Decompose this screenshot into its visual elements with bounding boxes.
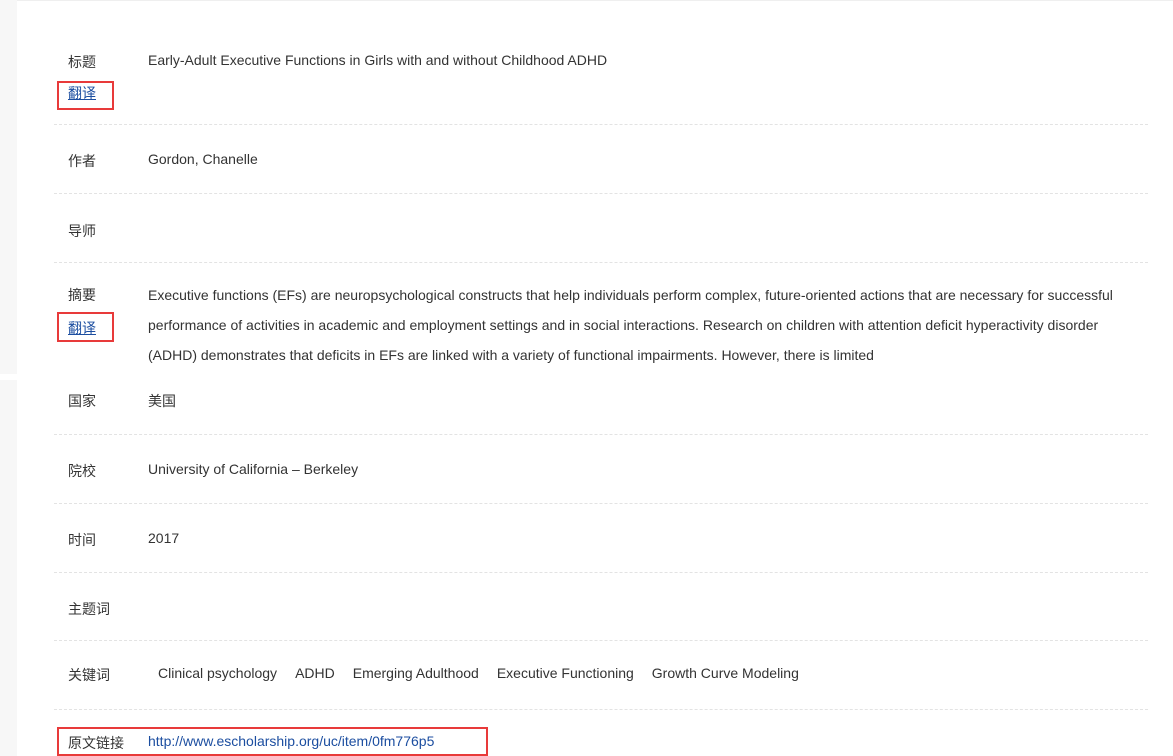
row-country: 国家 美国 [54, 380, 1148, 435]
row-school: 院校 University of California – Berkeley [54, 435, 1148, 504]
highlight-box-source-link [57, 727, 488, 756]
keywords-list: Clinical psychology ADHD Emerging Adulthoo… [158, 665, 817, 681]
label-keywords: 关键词 [68, 667, 110, 683]
label-subject: 主题词 [68, 601, 110, 617]
label-abstract: 摘要 [68, 287, 96, 303]
author-value: Gordon, Chanelle [148, 151, 258, 167]
title-value: Early-Adult Executive Functions in Girls… [148, 52, 608, 68]
row-abstract: 摘要 翻译 Executive functions (EFs) are neur… [54, 263, 1148, 375]
keyword-item[interactable]: ADHD [295, 665, 335, 681]
row-advisor: 导师 [54, 194, 1148, 263]
school-value: University of California – Berkeley [148, 461, 359, 477]
date-value: 2017 [148, 530, 180, 546]
keyword-item[interactable]: Executive Functioning [497, 665, 634, 681]
highlight-box-title-translate [57, 81, 114, 110]
label-country: 国家 [68, 393, 96, 409]
section-gap [0, 374, 17, 380]
label-school: 院校 [68, 463, 96, 479]
row-subject: 主题词 [54, 573, 1148, 641]
keyword-item[interactable]: Clinical psychology [158, 665, 277, 681]
label-advisor: 导师 [68, 223, 96, 239]
keyword-item[interactable]: Growth Curve Modeling [652, 665, 799, 681]
row-author: 作者 Gordon, Chanelle [54, 125, 1148, 194]
row-keywords: 关键词 Clinical psychology ADHD Emerging Adul… [54, 641, 1148, 710]
row-title: 标题 翻译 Early-Adult Executive Functions in… [54, 40, 1148, 125]
label-date: 时间 [68, 532, 96, 548]
keyword-item[interactable]: Emerging Adulthood [353, 665, 479, 681]
country-value: 美国 [148, 393, 176, 409]
abstract-value: Executive functions (EFs) are neuropsych… [148, 287, 1113, 363]
highlight-box-abstract-translate [57, 312, 114, 342]
label-author: 作者 [68, 153, 96, 169]
label-title: 标题 [68, 54, 96, 70]
row-date: 时间 2017 [54, 504, 1148, 573]
